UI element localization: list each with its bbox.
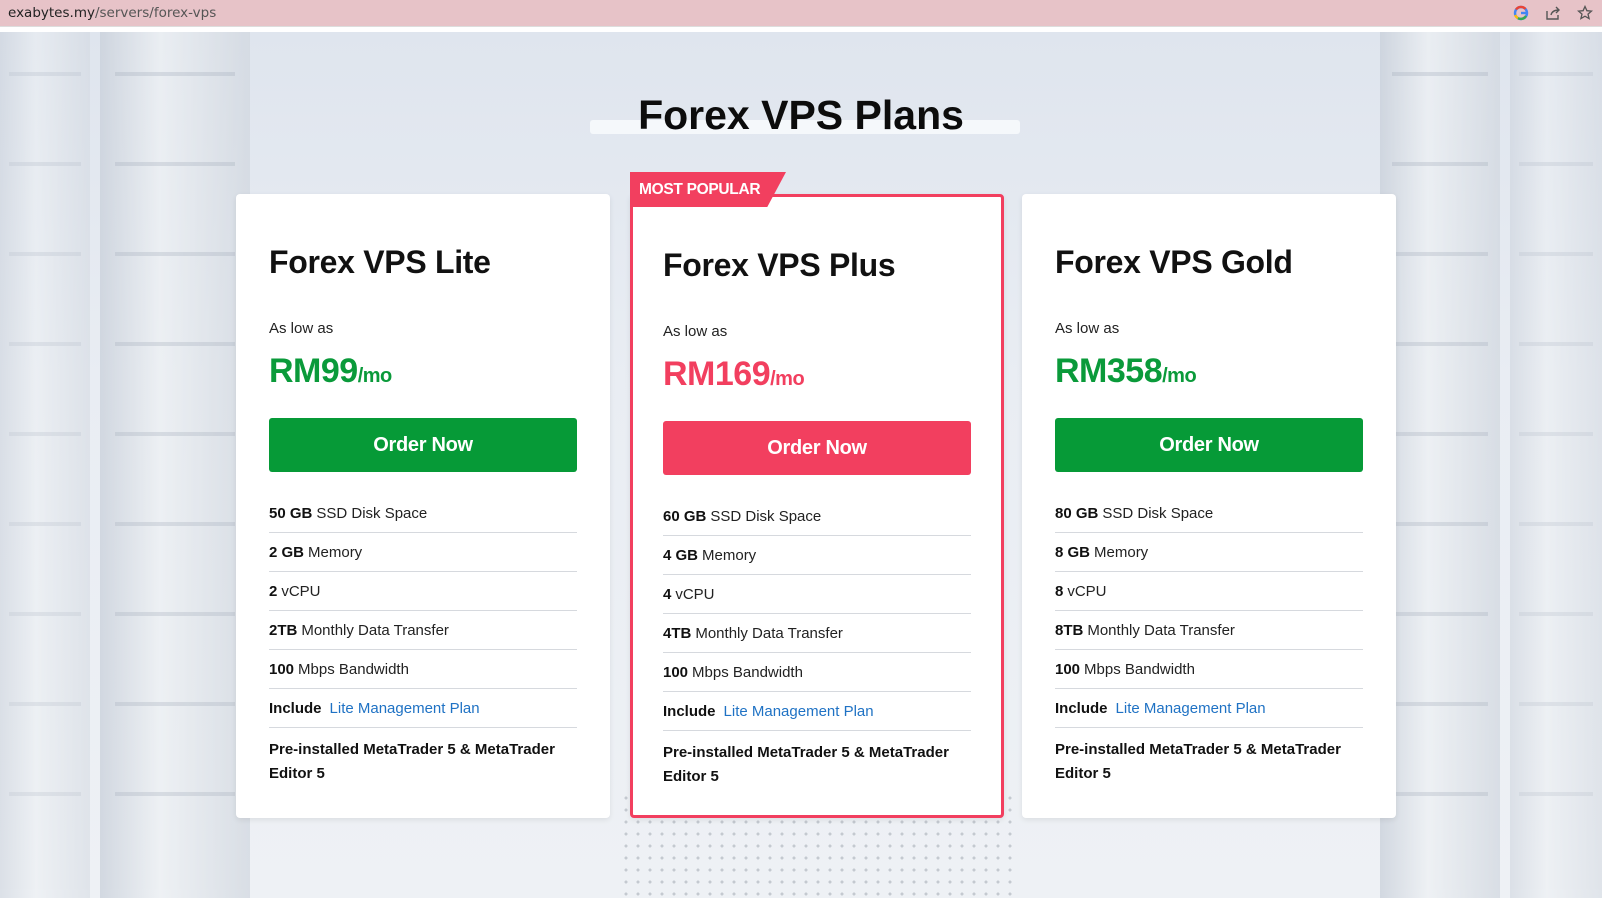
server-rack-far-left — [0, 32, 90, 898]
feature-list: 60 GB SSD Disk Space 4 GB Memory 4 vCPU 4TB… — [663, 497, 971, 789]
most-popular-badge: MOST POPULAR — [630, 172, 786, 207]
feature-preinstalled: Pre-installed MetaTrader 5 & MetaTrader … — [663, 744, 949, 785]
url-field[interactable]: exabytes.my/servers/forex-vps — [8, 5, 216, 21]
feature-transfer: 4TB Monthly Data Transfer — [663, 614, 971, 653]
feature-list: 50 GB SSD Disk Space 2 GB Memory 2 vCPU 2TB… — [269, 494, 577, 786]
price-amount: RM99 — [269, 352, 358, 390]
as-low-as-label: As low as — [269, 320, 334, 337]
google-icon[interactable] — [1512, 4, 1530, 22]
price-amount: RM358 — [1055, 352, 1163, 390]
order-now-button[interactable]: Order Now — [663, 421, 971, 475]
feature-disk: 80 GB SSD Disk Space — [1055, 494, 1363, 533]
feature-transfer: 8TB Monthly Data Transfer — [1055, 611, 1363, 650]
plan-name: Forex VPS Lite — [269, 244, 491, 280]
price-period: /mo — [1162, 365, 1197, 387]
feature-memory: 4 GB Memory — [663, 536, 971, 575]
feature-bandwidth: 100 Mbps Bandwidth — [269, 650, 577, 689]
feature-transfer: 2TB Monthly Data Transfer — [269, 611, 577, 650]
order-now-button[interactable]: Order Now — [1055, 418, 1363, 472]
server-rack-left — [100, 32, 250, 898]
server-rack-right — [1380, 32, 1500, 898]
as-low-as-label: As low as — [1055, 320, 1120, 337]
plan-price: RM99/mo — [269, 352, 392, 391]
browser-address-bar: exabytes.my/servers/forex-vps — [0, 0, 1602, 26]
server-rack-far-right — [1510, 32, 1602, 898]
feature-preinstalled: Pre-installed MetaTrader 5 & MetaTrader … — [1055, 741, 1341, 782]
lite-management-plan-link[interactable]: Lite Management Plan — [330, 700, 480, 717]
order-now-button[interactable]: Order Now — [269, 418, 577, 472]
share-icon[interactable] — [1544, 4, 1562, 22]
plan-name: Forex VPS Gold — [1055, 244, 1293, 280]
plan-card-lite: Forex VPS Lite As low as RM99/mo Order N… — [236, 194, 610, 818]
feature-management: Include Lite Management Plan — [1055, 689, 1363, 728]
feature-bandwidth: 100 Mbps Bandwidth — [1055, 650, 1363, 689]
price-period: /mo — [770, 368, 805, 390]
feature-management: Include Lite Management Plan — [269, 689, 577, 728]
price-amount: RM169 — [663, 355, 771, 393]
feature-preinstalled: Pre-installed MetaTrader 5 & MetaTrader … — [269, 741, 555, 782]
plan-card-gold: Forex VPS Gold As low as RM358/mo Order … — [1022, 194, 1396, 818]
feature-disk: 50 GB SSD Disk Space — [269, 494, 577, 533]
lite-management-plan-link[interactable]: Lite Management Plan — [1116, 700, 1266, 717]
feature-bandwidth: 100 Mbps Bandwidth — [663, 653, 971, 692]
plan-card-plus: Forex VPS Plus As low as RM169/mo Order … — [630, 194, 1004, 818]
page-title: Forex VPS Plans — [638, 92, 964, 138]
feature-memory: 8 GB Memory — [1055, 533, 1363, 572]
feature-disk: 60 GB SSD Disk Space — [663, 497, 971, 536]
as-low-as-label: As low as — [663, 323, 728, 340]
feature-vcpu: 8 vCPU — [1055, 572, 1363, 611]
plan-name: Forex VPS Plus — [663, 247, 896, 283]
star-icon[interactable] — [1576, 4, 1594, 22]
plan-price: RM358/mo — [1055, 352, 1197, 391]
url-domain: exabytes.my — [8, 5, 95, 21]
feature-vcpu: 2 vCPU — [269, 572, 577, 611]
feature-list: 80 GB SSD Disk Space 8 GB Memory 8 vCPU 8TB… — [1055, 494, 1363, 786]
lite-management-plan-link[interactable]: Lite Management Plan — [724, 703, 874, 720]
feature-management: Include Lite Management Plan — [663, 692, 971, 731]
feature-memory: 2 GB Memory — [269, 533, 577, 572]
plan-price: RM169/mo — [663, 355, 805, 394]
price-period: /mo — [357, 365, 393, 387]
feature-vcpu: 4 vCPU — [663, 575, 971, 614]
url-path: /servers/forex-vps — [94, 5, 217, 21]
